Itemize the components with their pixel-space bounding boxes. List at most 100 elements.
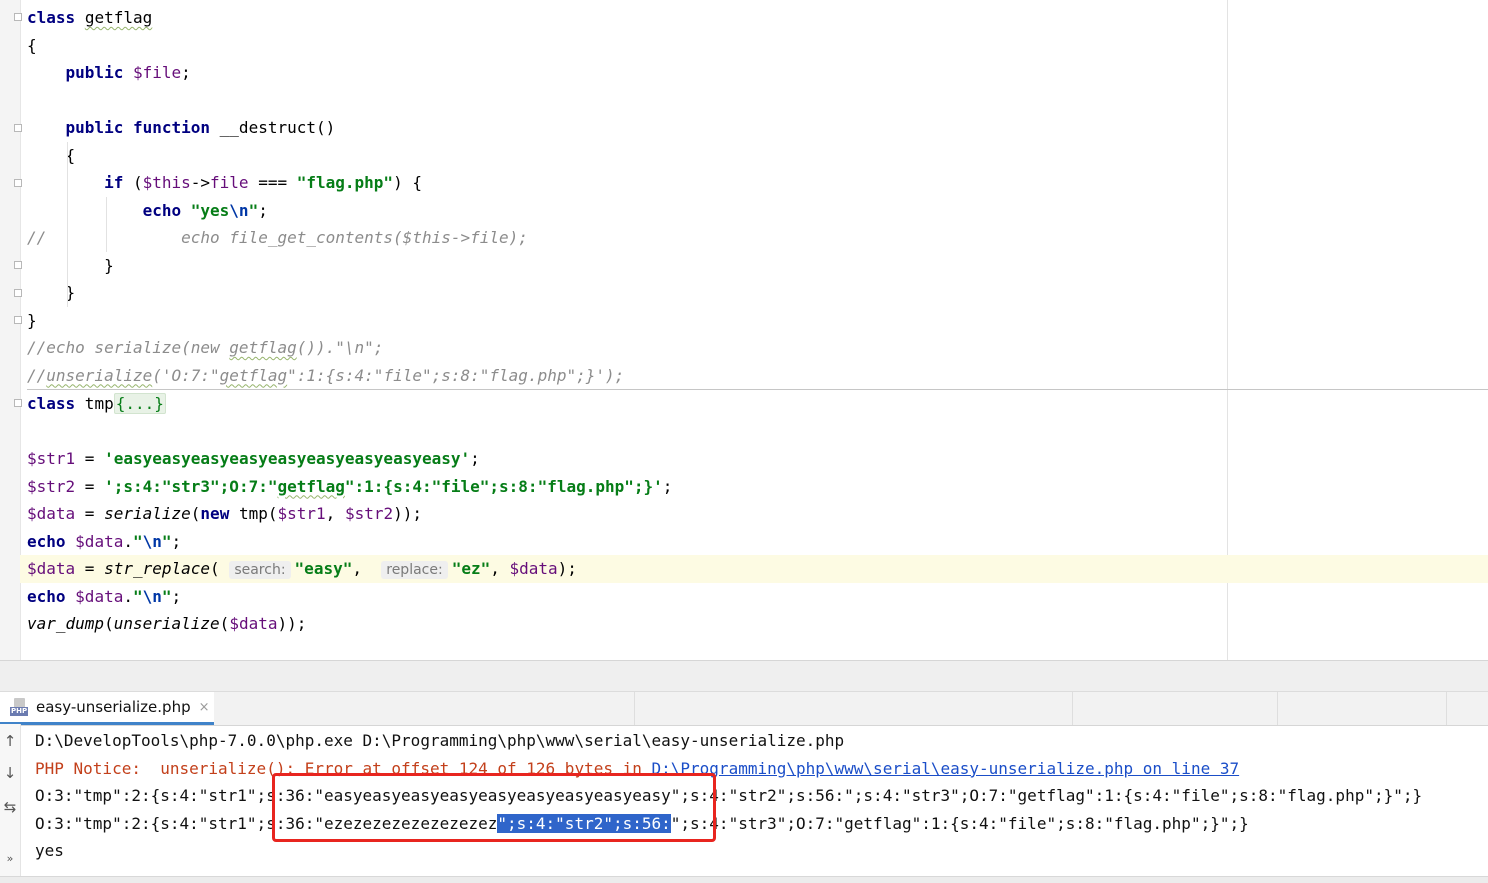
code-line: public $file; bbox=[27, 59, 1226, 87]
code-token: )); bbox=[277, 614, 307, 633]
indent-guide bbox=[67, 169, 68, 197]
code-token: . bbox=[123, 531, 133, 551]
code-line: } bbox=[27, 279, 1226, 307]
code-token: ( bbox=[219, 614, 230, 633]
indent-guide bbox=[67, 141, 68, 169]
run-console-output[interactable]: D:\DevelopTools\php-7.0.0\php.exe D:\Pro… bbox=[35, 727, 1422, 865]
indent-guide bbox=[106, 196, 107, 224]
indent-guide bbox=[67, 196, 68, 224]
code-token: ); bbox=[557, 559, 577, 578]
code-token: \n bbox=[142, 586, 162, 606]
code-token: === bbox=[248, 173, 297, 192]
code-token: echo bbox=[27, 586, 66, 606]
code-token: str_replace bbox=[104, 559, 211, 578]
code-token: // bbox=[27, 228, 47, 247]
code-token: //echo serialize(new bbox=[27, 338, 230, 357]
code-token: " bbox=[248, 200, 259, 220]
code-token: serialize bbox=[104, 504, 191, 523]
code-token: class bbox=[27, 394, 76, 413]
code-token: "flag.php" bbox=[296, 173, 394, 192]
code-token: ":1:{s:4:"file";s:8:"flag.php";}'); bbox=[287, 365, 625, 385]
code-token: tmp( bbox=[229, 504, 278, 523]
code-token: function bbox=[132, 118, 211, 137]
code-line: { bbox=[27, 32, 1226, 60]
scroll-up-icon[interactable]: ↑ bbox=[0, 732, 20, 750]
file-link[interactable]: D:\Programming\php\www\serial\easy-unser… bbox=[652, 759, 1240, 778]
code-token: ( bbox=[123, 173, 143, 192]
run-tool-window-tabs: PHP easy-unserialize.php × bbox=[0, 691, 1488, 726]
code-token: $data bbox=[75, 531, 124, 551]
code-token: " bbox=[132, 586, 143, 606]
code-token: // bbox=[27, 365, 47, 385]
code-token: ; bbox=[662, 476, 673, 496]
code-line: } bbox=[27, 251, 1226, 279]
code-token: $data bbox=[75, 586, 124, 606]
code-token: ) { bbox=[393, 173, 422, 192]
fold-marker-function[interactable] bbox=[14, 124, 22, 132]
fold-marker-function-end[interactable] bbox=[14, 289, 22, 297]
parameter-hint: search: bbox=[229, 561, 291, 579]
code-token: = bbox=[75, 476, 105, 496]
code-token: ( bbox=[104, 614, 114, 633]
parameter-hint: replace: bbox=[381, 561, 448, 579]
code-token: " bbox=[161, 586, 172, 606]
code-token: ('O:7:" bbox=[152, 365, 220, 385]
code-token: tmp bbox=[75, 394, 114, 413]
fold-marker-class-getflag[interactable] bbox=[14, 13, 22, 21]
code-token: $this bbox=[142, 173, 191, 192]
code-token: \n bbox=[142, 531, 162, 551]
code-token: , bbox=[490, 559, 510, 578]
fold-marker-class-tmp[interactable] bbox=[14, 399, 22, 407]
code-area[interactable]: class getflag { public $file; public func… bbox=[20, 4, 1488, 638]
scroll-down-icon[interactable]: ↓ bbox=[0, 764, 20, 782]
close-icon[interactable]: × bbox=[199, 700, 210, 715]
code-line: $data = str_replace( search: "easy", repl… bbox=[20, 555, 1488, 583]
code-token: ; bbox=[171, 531, 182, 551]
code-token: . bbox=[123, 586, 133, 606]
code-token: var_dump bbox=[27, 614, 105, 633]
code-token: $str2 bbox=[27, 476, 76, 496]
run-toolbar: ↑ ↓ ⇆ » bbox=[0, 724, 21, 882]
code-line: // echo file_get_contents($this->file); bbox=[27, 224, 1226, 252]
code-editor[interactable]: class getflag { public $file; public func… bbox=[0, 0, 1488, 660]
editor-gutter bbox=[0, 0, 22, 660]
fold-marker-if-end[interactable] bbox=[14, 261, 22, 269]
console-token: O:3:"tmp":2:{s:4:"str1";s:36:"easyeasyea… bbox=[35, 786, 1423, 805]
code-token: $str1 bbox=[27, 449, 76, 468]
code-line: echo $data."\n"; bbox=[27, 583, 1226, 611]
editor-panel-divider[interactable] bbox=[0, 660, 1488, 692]
code-token: echo bbox=[142, 200, 182, 220]
code-token: ; bbox=[171, 586, 182, 606]
code-token: ( bbox=[190, 504, 201, 523]
code-token: -> bbox=[190, 173, 211, 192]
console-token: ";s:4:"str3";O:7:"getflag":1:{s:4:"file"… bbox=[670, 813, 1249, 833]
fold-marker-class-end[interactable] bbox=[14, 316, 22, 324]
code-line: } bbox=[27, 307, 1226, 335]
code-token: $data bbox=[229, 614, 278, 633]
code-token: " bbox=[161, 531, 172, 551]
code-token: " bbox=[132, 531, 143, 551]
code-token: getflag bbox=[219, 365, 288, 385]
php-file-icon: PHP bbox=[10, 698, 30, 716]
console-token: D:\DevelopTools\php-7.0.0\php.exe D:\Pro… bbox=[35, 731, 845, 750]
code-token: , bbox=[352, 559, 382, 578]
code-token: ; bbox=[258, 200, 268, 220]
code-line: class getflag bbox=[27, 4, 1226, 32]
code-token: = bbox=[75, 504, 105, 523]
code-token: = bbox=[75, 559, 105, 578]
soft-wrap-icon[interactable]: ⇆ bbox=[0, 798, 20, 816]
code-line: $str2 = ';s:4:"str3";O:7:"getflag":1:{s:… bbox=[27, 473, 1226, 501]
run-tab-easy-unserialize[interactable]: PHP easy-unserialize.php × bbox=[0, 692, 214, 725]
more-icon[interactable]: » bbox=[0, 852, 20, 865]
code-token: file bbox=[210, 173, 249, 192]
code-token: "easy" bbox=[294, 559, 353, 578]
code-token: public bbox=[65, 63, 124, 82]
fold-marker-if[interactable] bbox=[14, 179, 22, 187]
code-line: $data = serialize(new tmp($str1, $str2))… bbox=[27, 500, 1226, 528]
